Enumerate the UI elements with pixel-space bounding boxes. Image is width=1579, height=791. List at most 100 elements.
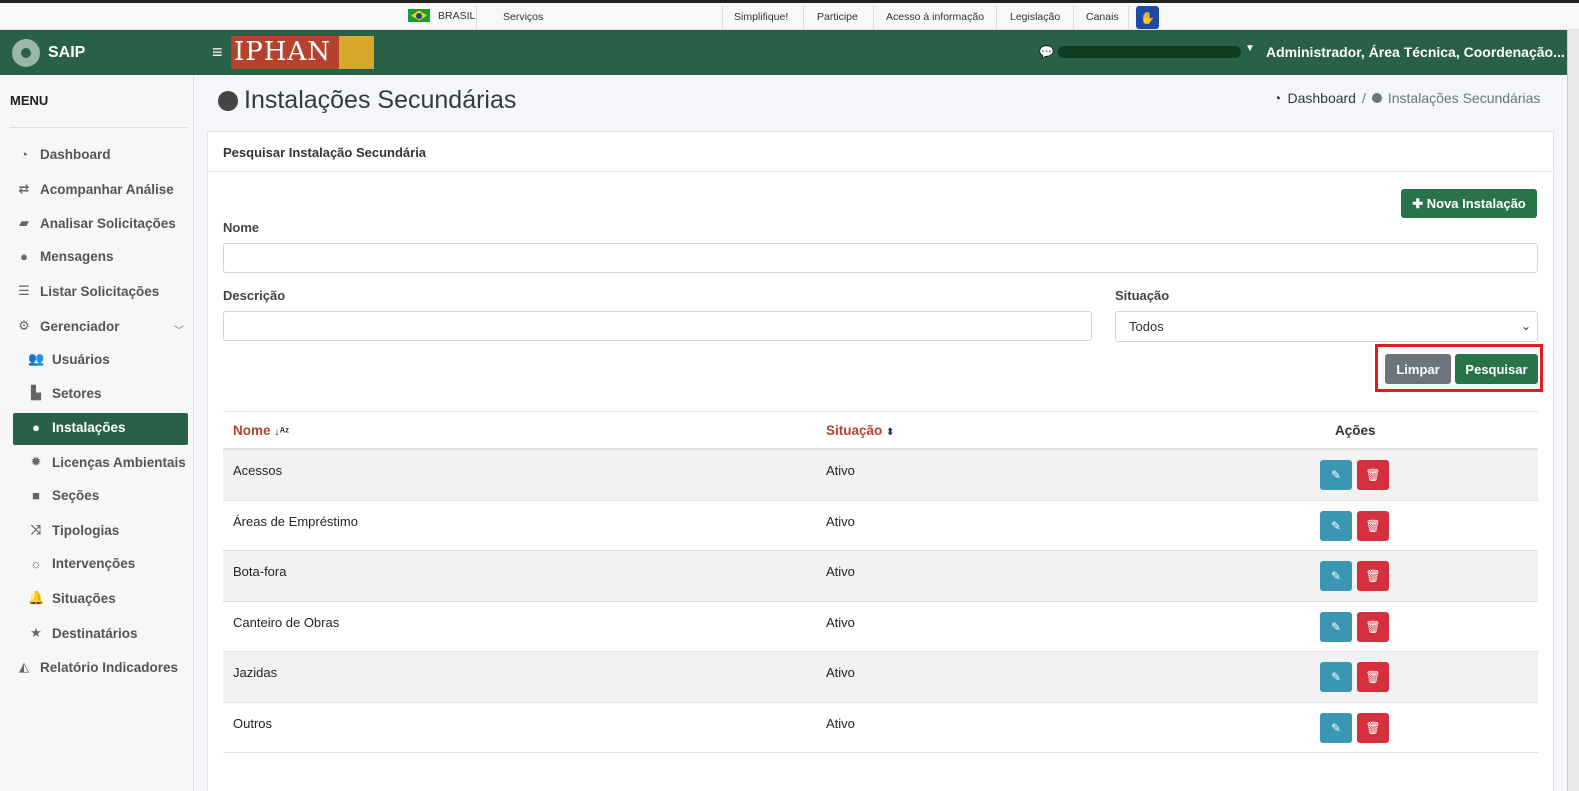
breadcrumb: ◔ Dashboard / Instalações Secundárias: [1273, 90, 1540, 106]
edit-icon[interactable]: ✎: [1320, 662, 1352, 692]
table-row: Outros Ativo ✎ 🗑: [223, 703, 1538, 753]
column-header-label: Situação: [826, 423, 883, 438]
saip-logo-icon: [12, 38, 40, 67]
page-title-text: Instalações Secundárias: [244, 86, 517, 114]
cell-situacao: Ativo: [826, 463, 855, 478]
column-header-label: Nome: [233, 423, 271, 438]
edit-icon[interactable]: ✎: [1320, 561, 1352, 591]
redacted-field[interactable]: [1058, 46, 1241, 58]
govbar-link-legislacao[interactable]: Legislação: [1010, 11, 1060, 23]
sidebar-item-licencas-ambientais[interactable]: ✹ Licenças Ambientais: [28, 454, 186, 470]
trash-icon[interactable]: 🗑: [1357, 662, 1389, 692]
certificate-icon: ✹: [30, 454, 42, 469]
sidebar-item-acompanhar-analise[interactable]: ⇄ Acompanhar Análise: [16, 181, 174, 197]
description-label: Descrição: [223, 288, 286, 303]
trash-icon[interactable]: 🗑: [1357, 510, 1389, 541]
area-chart-icon: ◭: [19, 659, 29, 674]
cell-nome: Acessos: [233, 463, 283, 478]
divider: [476, 6, 477, 30]
clear-button[interactable]: Limpar: [1385, 354, 1451, 384]
description-input[interactable]: [223, 311, 1092, 341]
edit-icon[interactable]: ✎: [1320, 510, 1352, 541]
circle-icon: [218, 90, 238, 111]
trash-icon[interactable]: 🗑: [1357, 561, 1389, 591]
sidebar-item-instalacoes[interactable]: ● Instalações: [28, 420, 126, 435]
cell-nome: Outros: [233, 715, 273, 731]
trash-icon[interactable]: 🗑: [1357, 460, 1389, 490]
sidebar-item-label: Intervenções: [52, 556, 136, 571]
name-input[interactable]: [223, 243, 1538, 273]
sidebar-item-secoes[interactable]: ■ Seções: [28, 488, 99, 503]
sidebar-item-label: Analisar Solicitações: [40, 215, 176, 231]
cell-nome: Jazidas: [233, 665, 278, 680]
trash-icon[interactable]: 🗑: [1357, 611, 1389, 642]
govbar-link-canais[interactable]: Canais: [1086, 11, 1119, 23]
trash-icon[interactable]: 🗑: [1357, 712, 1389, 743]
edit-icon[interactable]: ✎: [1320, 611, 1352, 642]
sidebar-item-setores[interactable]: ▙ Setores: [28, 385, 102, 401]
sidebar-item-mensagens[interactable]: ● Mensagens: [16, 249, 113, 264]
name-label: Nome: [223, 220, 260, 235]
sidebar-item-gerenciador[interactable]: ⚙ Gerenciador: [16, 318, 119, 334]
page-scrollbar[interactable]: [1567, 30, 1579, 791]
list-icon: ☰: [18, 283, 30, 298]
iphan-logo: IPHAN: [231, 36, 374, 69]
new-installation-button[interactable]: ✚ Nova Instalação: [1401, 189, 1537, 218]
cogs-icon: ⚙: [18, 318, 30, 333]
column-header-nome[interactable]: Nome ↓ᴬᶻ: [233, 423, 289, 438]
page-title: Instalações Secundárias: [218, 86, 516, 115]
comment-icon[interactable]: 💬: [1039, 45, 1054, 59]
menu-title: MENU: [10, 93, 49, 108]
industry-icon: ▙: [31, 385, 41, 400]
divider: [1073, 6, 1074, 30]
breadcrumb-current: Instalações Secundárias: [1387, 90, 1541, 106]
sidebar-item-label: Acompanhar Análise: [40, 181, 174, 197]
sidebar-item-label: Seções: [52, 488, 100, 503]
sidebar-item-label: Setores: [52, 385, 102, 401]
hamburger-menu-icon[interactable]: ≡: [212, 42, 223, 63]
user-profile-name[interactable]: Administrador, Área Técnica, Coordenação…: [1266, 44, 1565, 60]
breadcrumb-dashboard[interactable]: Dashboard: [1287, 90, 1356, 106]
table-header: Nome ↓ᴬᶻ Situação ⬍ Ações: [223, 411, 1538, 450]
govbar-link-simplifique[interactable]: Simplifique!: [734, 11, 788, 23]
caret-down-icon[interactable]: ▼: [1245, 43, 1255, 54]
sort-icon: ⬍: [886, 427, 895, 438]
circle-icon: ●: [32, 420, 40, 435]
sidebar-item-listar-solicitacoes[interactable]: ☰ Listar Solicitações: [16, 283, 159, 299]
search-card: Pesquisar Instalação Secundária ✚ Nova I…: [207, 131, 1554, 791]
govbar-link-servicos[interactable]: Serviços: [503, 11, 543, 23]
sidebar-item-label: Listar Solicitações: [40, 283, 160, 299]
gov-bar: BRASIL Serviços Simplifique! Participe A…: [0, 0, 1579, 30]
sidebar-item-tipologias[interactable]: ⤨ Tipologias: [28, 522, 119, 538]
sidebar-item-relatorio-indicadores[interactable]: ◭ Relatório Indicadores: [16, 659, 178, 675]
edit-icon[interactable]: ✎: [1320, 460, 1352, 490]
column-header-situacao[interactable]: Situação ⬍: [826, 423, 894, 438]
plus-icon: ✚: [1412, 195, 1427, 211]
sidebar-item-usuarios[interactable]: 👥 Usuários: [28, 351, 110, 367]
app-brand[interactable]: SAIP: [0, 30, 194, 75]
brasil-label: BRASIL: [438, 9, 476, 22]
edit-icon[interactable]: ✎: [1320, 712, 1352, 743]
search-button[interactable]: Pesquisar: [1455, 354, 1538, 384]
table-row: Jazidas Ativo ✎ 🗑: [223, 652, 1538, 703]
govbar-link-acesso[interactable]: Acesso à informação: [886, 11, 984, 23]
brasil-link[interactable]: BRASIL: [408, 9, 475, 22]
cell-nome: Áreas de Empréstimo: [233, 513, 358, 529]
table-row: Acessos Ativo ✎ 🗑: [223, 450, 1538, 501]
govbar-link-participe[interactable]: Participe: [817, 11, 858, 23]
sidebar-item-intervencoes[interactable]: ☼ Intervenções: [28, 556, 135, 571]
sidebar-item-analisar-solicitacoes[interactable]: ▰ Analisar Solicitações: [16, 215, 176, 231]
column-header-acoes: Ações: [1335, 423, 1376, 438]
divider: [873, 6, 874, 30]
sidebar-item-label: Instalações: [52, 420, 126, 435]
status-select[interactable]: Todos ⌄: [1115, 311, 1538, 342]
exchange-icon: ⇄: [18, 181, 30, 196]
divider: [722, 6, 723, 30]
sidebar-item-dashboard[interactable]: ◔ Dashboard: [16, 147, 110, 162]
chevron-down-icon[interactable]: ﹀: [174, 322, 184, 337]
sidebar-item-situacoes[interactable]: 🔔 Situações: [28, 590, 116, 606]
sidebar-item-destinatarios[interactable]: ★ Destinatários: [28, 625, 137, 641]
sidebar-item-label: Tipologias: [52, 522, 120, 538]
libras-hands-icon[interactable]: ✋: [1136, 6, 1159, 29]
bell-icon: 🔔: [28, 590, 45, 605]
